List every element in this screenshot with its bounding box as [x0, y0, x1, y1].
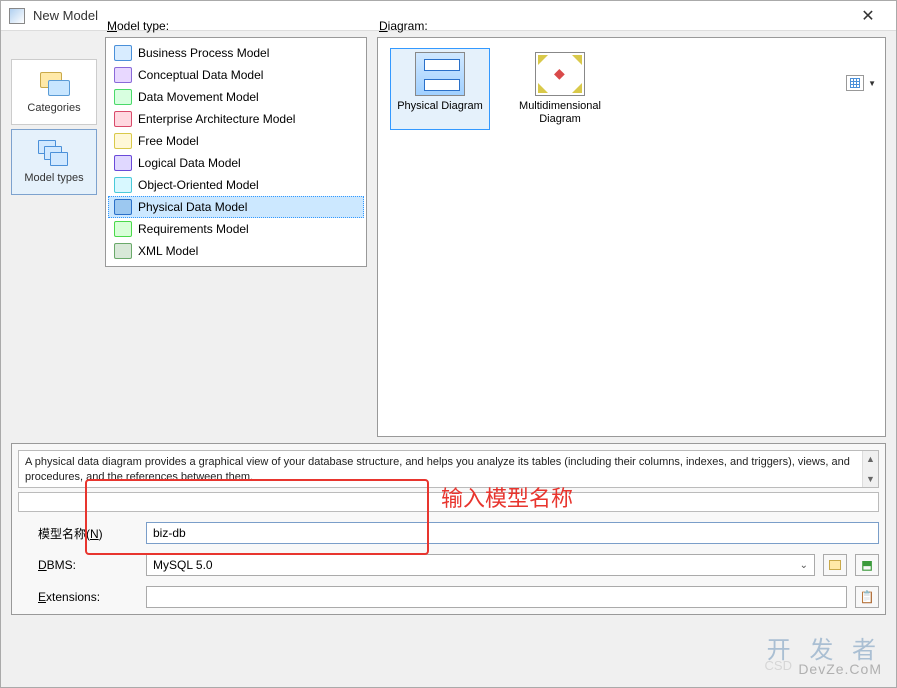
folder-icon — [829, 560, 841, 570]
view-grid-button[interactable] — [846, 75, 864, 91]
dbms-row: DBMS: MySQL 5.0 ⌄ ⬒ — [18, 554, 879, 576]
plus-icon: ⬒ — [861, 558, 872, 572]
view-toolbar: ▼ — [846, 75, 878, 91]
dbms-select[interactable]: MySQL 5.0 ⌄ — [146, 554, 815, 576]
extensions-input[interactable] — [146, 586, 847, 608]
app-icon — [9, 8, 25, 24]
sidebar-item-categories[interactable]: Categories — [11, 59, 97, 125]
model-type-item[interactable]: Business Process Model — [108, 42, 364, 64]
filter-bar[interactable] — [18, 492, 879, 512]
view-dropdown-arrow[interactable]: ▼ — [866, 79, 878, 88]
model-type-label: XML Model — [138, 244, 198, 258]
model-type-label: Free Model — [138, 134, 199, 148]
diagram-list: Physical Diagram Multidimensional Diagram — [380, 42, 883, 136]
model-type-label: Requirements Model — [138, 222, 249, 236]
sidebar-item-label: Model types — [24, 172, 83, 184]
left-sidebar: Categories Model types — [11, 37, 97, 437]
description-text: A physical data diagram provides a graph… — [25, 455, 872, 485]
oom-icon — [114, 177, 132, 193]
diagram-item[interactable]: Physical Diagram — [390, 48, 490, 130]
model-type-label: Object-Oriented Model — [138, 178, 259, 192]
eam-icon — [114, 111, 132, 127]
content-area: ▼ Categories Model types — [1, 31, 896, 687]
dmm-icon — [114, 89, 132, 105]
model-type-header: Model type: — [105, 19, 367, 35]
model-type-label: Conceptual Data Model — [138, 68, 263, 82]
diagram-pane: Physical Diagram Multidimensional Diagram — [377, 37, 886, 437]
dbms-label: DBMS: — [18, 558, 138, 572]
model-type-item[interactable]: Data Movement Model — [108, 86, 364, 108]
dialog-window: New Model ✕ ▼ Categories Model types — [0, 0, 897, 688]
ldm-icon — [114, 155, 132, 171]
sidebar-item-label: Categories — [27, 102, 80, 114]
model-type-item[interactable]: Conceptual Data Model — [108, 64, 364, 86]
description-box: A physical data diagram provides a graph… — [18, 450, 879, 488]
free-icon — [114, 133, 132, 149]
pdm-icon — [114, 199, 132, 215]
extensions-label: Extensions: — [18, 590, 138, 604]
scroll-down-icon[interactable]: ▼ — [863, 471, 878, 487]
watermark: CSD 开 发 者 DevZe.CoM — [767, 630, 882, 677]
scroll-up-icon[interactable]: ▲ — [863, 451, 878, 467]
sidebar-item-model-types[interactable]: Model types — [11, 129, 97, 195]
model-type-item[interactable]: Logical Data Model — [108, 152, 364, 174]
dbms-add-button[interactable]: ⬒ — [855, 554, 879, 576]
model-type-label: Business Process Model — [138, 46, 269, 60]
xml-icon — [114, 243, 132, 259]
diagram-thumb-icon — [415, 52, 465, 96]
upper-panes: Categories Model types Model type: Busin… — [11, 37, 886, 437]
folder-icon — [38, 70, 70, 98]
diagram-header: Diagram: — [377, 19, 886, 35]
dbms-browse-button[interactable] — [823, 554, 847, 576]
diagram-label: Physical Diagram — [397, 100, 483, 113]
model-type-label: Physical Data Model — [138, 200, 247, 214]
model-type-list: Business Process Model Conceptual Data Mo… — [108, 42, 364, 262]
model-type-item[interactable]: Object-Oriented Model — [108, 174, 364, 196]
model-type-label: Logical Data Model — [138, 156, 241, 170]
list-icon: 📋 — [860, 590, 875, 604]
extensions-row: Extensions: 📋 — [18, 586, 879, 608]
lower-panel: A physical data diagram provides a graph… — [11, 443, 886, 615]
model-type-item[interactable]: Free Model — [108, 130, 364, 152]
model-type-item[interactable]: Physical Data Model — [108, 196, 364, 218]
model-type-label: Enterprise Architecture Model — [138, 112, 295, 126]
description-scrollbar[interactable]: ▲ ▼ — [862, 451, 878, 487]
model-name-label: 模型名称(N) — [18, 525, 138, 542]
watermark-line1: 开 发 者 — [767, 630, 882, 665]
model-type-label: Data Movement Model — [138, 90, 259, 104]
model-name-input[interactable] — [146, 522, 879, 544]
model-name-row: 模型名称(N) — [18, 522, 879, 544]
bpm-icon — [114, 45, 132, 61]
rqm-icon — [114, 221, 132, 237]
stack-icon — [38, 140, 70, 168]
chevron-down-icon: ⌄ — [800, 560, 808, 571]
diagram-label: Multidimensional Diagram — [514, 100, 606, 126]
model-type-item[interactable]: Enterprise Architecture Model — [108, 108, 364, 130]
cdm-icon — [114, 67, 132, 83]
panes: Model type: Business Process ModelConcep… — [105, 37, 886, 437]
diagram-item[interactable]: Multidimensional Diagram — [510, 48, 610, 130]
model-type-item[interactable]: XML Model — [108, 240, 364, 262]
model-type-pane: Business Process Model Conceptual Data Mo… — [105, 37, 367, 267]
extensions-browse-button[interactable]: 📋 — [855, 586, 879, 608]
dbms-value: MySQL 5.0 — [153, 558, 213, 572]
model-type-item[interactable]: Requirements Model — [108, 218, 364, 240]
diagram-thumb-icon — [535, 52, 585, 96]
